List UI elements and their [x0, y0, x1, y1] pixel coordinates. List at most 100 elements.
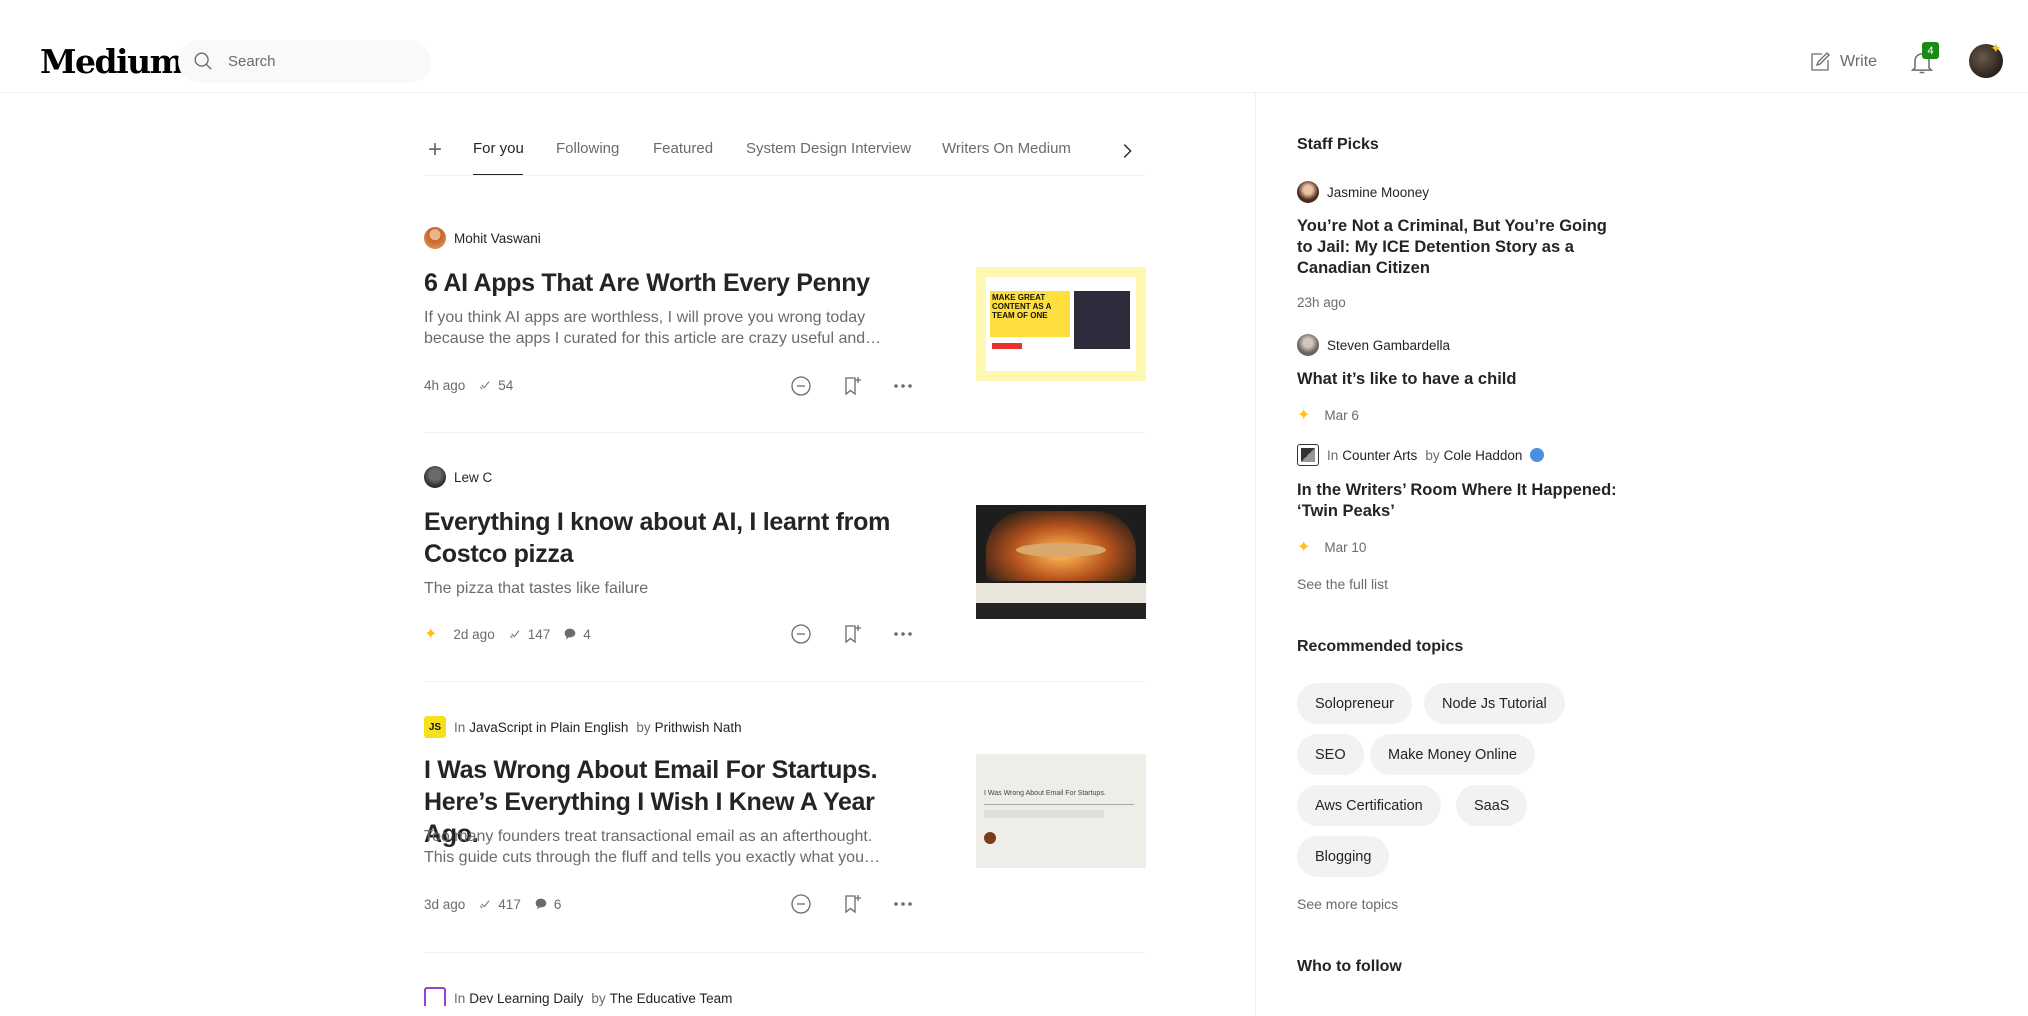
write-label: Write	[1840, 53, 1878, 70]
search-input[interactable]	[228, 40, 418, 83]
rail-divider	[1255, 93, 1256, 1016]
topic-chip[interactable]: Make Money Online	[1370, 734, 1535, 775]
article-title[interactable]: 6 AI Apps That Are Worth Every Penny	[424, 267, 924, 299]
article-meta: 4h ago 54	[424, 375, 513, 395]
tab-writers-on-medium[interactable]: Writers On Medium	[942, 140, 1071, 157]
publication-name[interactable]: Counter Arts	[1342, 448, 1417, 463]
clap-count: 417	[498, 896, 521, 912]
article-author-row: In Dev Learning Daily by The Educative T…	[424, 987, 732, 1006]
thumb-author-avatar	[984, 832, 996, 844]
by-label: by	[1425, 447, 1440, 463]
publication-logo[interactable]	[1297, 444, 1319, 466]
pick-title[interactable]: In the Writers’ Room Where It Happened: …	[1297, 480, 1627, 522]
thumb-oven-base	[976, 583, 1146, 603]
search-box[interactable]	[178, 40, 431, 83]
medium-logo[interactable]: Medium	[40, 42, 185, 81]
thumb-rule	[984, 804, 1134, 805]
author-name[interactable]: Prithwish Nath	[655, 720, 742, 735]
topic-chip[interactable]: Solopreneur	[1297, 683, 1412, 724]
topic-chip[interactable]: Blogging	[1297, 836, 1390, 877]
publication-name[interactable]: Dev Learning Daily	[469, 991, 583, 1006]
tab-system-design-interview[interactable]: System Design Interview	[746, 140, 911, 157]
thumb-oven-bottom	[976, 603, 1146, 619]
author-name[interactable]: Cole Haddon	[1444, 448, 1523, 463]
author-name[interactable]: The Educative Team	[610, 991, 733, 1006]
article-thumbnail[interactable]: I Was Wrong About Email For Startups.	[976, 754, 1146, 868]
in-label: In	[454, 719, 466, 735]
publication-name[interactable]: JavaScript in Plain English	[469, 720, 628, 735]
author-name[interactable]: Lew C	[454, 470, 492, 485]
topic-chip[interactable]: SaaS	[1456, 785, 1528, 826]
more-options-icon[interactable]	[891, 374, 915, 398]
article-subtitle[interactable]: The pizza that tastes like failure	[424, 578, 904, 599]
see-full-list-link[interactable]: See the full list	[1297, 576, 1388, 592]
pick-title[interactable]: What it’s like to have a child	[1297, 369, 1627, 390]
see-more-topics-link[interactable]: See more topics	[1297, 896, 1398, 912]
topic-chip[interactable]: SEO	[1297, 734, 1364, 775]
top-bar: Medium Write 4 ✦	[0, 0, 2028, 93]
article-separator	[424, 681, 1146, 682]
article-card[interactable]: In Dev Learning Daily by The Educative T…	[424, 986, 1146, 1006]
clap-icon	[509, 630, 520, 639]
comment-icon	[535, 898, 547, 910]
member-star-icon: ✦	[1990, 40, 2002, 56]
thumb-title: I Was Wrong About Email For Startups.	[984, 790, 1106, 797]
author-name[interactable]: Steven Gambardella	[1327, 338, 1450, 353]
thumb-pizza	[1016, 543, 1106, 557]
claps: 417	[477, 896, 521, 912]
write-button[interactable]: Write	[1808, 50, 1877, 74]
article-separator	[424, 952, 1146, 953]
article-subtitle[interactable]: If you think AI apps are worthless, I wi…	[424, 307, 904, 349]
in-label: In	[454, 990, 466, 1006]
comment-count: 4	[583, 626, 591, 642]
more-options-icon[interactable]	[891, 892, 915, 916]
pick-author-row: Steven Gambardella	[1297, 334, 1450, 356]
article-title[interactable]: Everything I know about AI, I learnt fro…	[424, 506, 924, 570]
pick-date: 23h ago	[1297, 295, 1346, 310]
claps: 54	[477, 377, 513, 393]
thumb-body	[984, 810, 1104, 818]
write-icon	[1811, 52, 1830, 71]
author-name[interactable]: Jasmine Mooney	[1327, 185, 1429, 200]
clap-count: 147	[527, 626, 551, 642]
comments: 6	[533, 896, 562, 912]
article-time: 3d ago	[424, 896, 466, 912]
add-topic-plus-icon[interactable]: +	[428, 136, 442, 164]
article-thumbnail[interactable]: MAKE GREAT CONTENT AS A TEAM OF ONE	[976, 267, 1146, 381]
by-label: by	[636, 719, 651, 735]
author-avatar[interactable]	[1297, 334, 1319, 356]
tab-for-you[interactable]: For you	[473, 140, 524, 157]
author-avatar[interactable]	[424, 466, 446, 488]
comment-count: 6	[553, 896, 562, 912]
show-less-icon[interactable]	[789, 622, 813, 646]
bookmark-icon[interactable]	[840, 622, 864, 646]
pick-title[interactable]: You’re Not a Criminal, But You’re Going …	[1297, 216, 1627, 279]
verified-badge-icon	[1530, 448, 1545, 462]
pick-author-row: In Counter Arts by Cole Haddon	[1297, 444, 1545, 466]
more-options-icon[interactable]	[891, 622, 915, 646]
member-only-star-icon: ✦	[1297, 539, 1311, 556]
pick-date: Mar 6	[1324, 407, 1359, 423]
pick-date-row: ✦ Mar 10	[1297, 537, 1366, 557]
chevron-right-icon[interactable]	[1116, 140, 1138, 162]
author-avatar[interactable]	[424, 227, 446, 249]
topic-chip[interactable]: Aws Certification	[1297, 785, 1441, 826]
thumb-page: MAKE GREAT CONTENT AS A TEAM OF ONE	[986, 277, 1136, 371]
article-thumbnail[interactable]	[976, 505, 1146, 619]
show-less-icon[interactable]	[789, 374, 813, 398]
publication-logo[interactable]: JS	[424, 716, 446, 738]
author-avatar[interactable]	[1297, 181, 1319, 203]
topic-chip[interactable]: Node Js Tutorial	[1424, 683, 1565, 724]
article-subtitle[interactable]: Too many founders treat transactional em…	[424, 826, 904, 868]
by-label: by	[591, 990, 606, 1006]
active-tab-underline	[473, 174, 523, 175]
author-name[interactable]: Mohit Vaswani	[454, 231, 541, 246]
bookmark-icon[interactable]	[840, 892, 864, 916]
article-time: 2d ago	[453, 626, 495, 642]
tab-featured[interactable]: Featured	[653, 140, 713, 157]
tab-following[interactable]: Following	[556, 140, 619, 157]
show-less-icon[interactable]	[789, 892, 813, 916]
publication-logo[interactable]	[424, 987, 446, 1006]
in-label: In	[1327, 447, 1339, 463]
bookmark-icon[interactable]	[840, 374, 864, 398]
